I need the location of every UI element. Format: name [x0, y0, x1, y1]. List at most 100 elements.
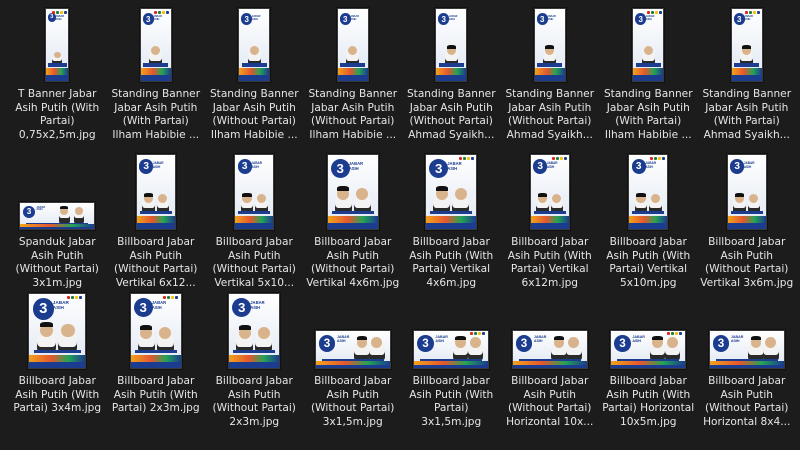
file-thumbnail[interactable]: 3 JABAR ASIH: [730, 8, 763, 82]
color-stripe: [534, 68, 565, 76]
candidate-name-bar: [241, 63, 267, 67]
file-item[interactable]: 3 JABAR ASIH Billboard Jabar Asih Putih (W…: [599, 148, 698, 291]
file-thumbnail[interactable]: 3 JABAR ASIH: [628, 154, 669, 230]
file-thumbnail[interactable]: 3 JABAR ASIH: [336, 8, 369, 82]
file-item[interactable]: 3 JABAR ASIH Standing Banner Jabar Asih Pu…: [107, 0, 206, 148]
party-logos: [650, 157, 666, 161]
file-name[interactable]: Standing Banner Jabar Asih Putih (With P…: [601, 88, 695, 142]
candidate-name-bar: [331, 210, 374, 215]
file-item[interactable]: 3 JABAR ASIH Spanduk Jabar Asih Putih (Wit…: [8, 148, 107, 291]
file-item[interactable]: 3 JABAR ASIH Standing Banner Jabar Asih Pu…: [599, 0, 698, 148]
file-name[interactable]: Standing Banner Jabar Asih Putih (Withou…: [207, 88, 301, 142]
thumbnail-area: 3 JABAR ASIH: [599, 295, 698, 369]
file-thumbnail[interactable]: 3 JABAR ASIH: [425, 154, 478, 230]
file-thumbnail[interactable]: 3 JABAR ASIH: [19, 202, 96, 230]
file-thumbnail[interactable]: 3 JABAR ASIH: [135, 154, 176, 230]
file-name[interactable]: Standing Banner Jabar Asih Putih (Withou…: [503, 88, 597, 142]
file-name[interactable]: Billboard Jabar Asih Putih (Without Part…: [503, 375, 597, 429]
campaign-logo: 3: [32, 298, 54, 320]
file-name[interactable]: Billboard Jabar Asih Putih (Without Part…: [306, 375, 400, 429]
campaign-logo: 3: [631, 159, 646, 174]
file-item[interactable]: 3 JABAR ASIH Billboard Jabar Asih Putih (W…: [205, 148, 304, 291]
file-item[interactable]: 3 JABAR ASIH Standing Banner Jabar Asih Pu…: [402, 0, 501, 148]
file-item[interactable]: 3 JABAR ASIH Billboard Jabar Asih Putih (W…: [304, 148, 403, 291]
file-name[interactable]: Billboard Jabar Asih Putih (With Partai)…: [601, 375, 695, 429]
file-name[interactable]: Standing Banner Jabar Asih Putih (With P…: [109, 88, 203, 142]
file-thumbnail[interactable]: 3 JABAR ASIH: [413, 330, 490, 369]
file-item[interactable]: 3 JABAR ASIH Billboard Jabar Asih Putih (W…: [599, 291, 698, 441]
file-name[interactable]: Billboard Jabar Asih Putih (With Partai)…: [10, 375, 104, 416]
file-item[interactable]: 3 JABAR ASIH Billboard Jabar Asih Putih (W…: [501, 148, 600, 291]
file-name[interactable]: Billboard Jabar Asih Putih (Without Part…: [109, 236, 203, 290]
file-thumbnail[interactable]: 3 JABAR ASIH: [435, 8, 468, 82]
thumbnail-area: 3 JABAR ASIH: [107, 293, 206, 369]
file-item[interactable]: 3 JABAR ASIH Billboard Jabar Asih Putih (W…: [107, 148, 206, 291]
file-name[interactable]: Billboard Jabar Asih Putih (Without Part…: [306, 236, 400, 290]
file-name[interactable]: Billboard Jabar Asih Putih (With Partai)…: [109, 375, 203, 416]
file-name[interactable]: Standing Banner Jabar Asih Putih (With P…: [700, 88, 794, 142]
file-item[interactable]: 3 JABAR ASIH Standing Banner Jabar Asih Pu…: [304, 0, 403, 148]
campaign-logo: 3: [241, 13, 253, 25]
campaign-logo: 3: [730, 159, 745, 174]
party-logo-icon: [64, 11, 68, 15]
color-stripe: [130, 354, 181, 363]
file-name[interactable]: Standing Banner Jabar Asih Putih (Withou…: [306, 88, 400, 142]
file-thumbnail[interactable]: 3 JABAR ASIH: [139, 8, 172, 82]
file-thumbnail[interactable]: 3 JABAR ASIH: [234, 154, 275, 230]
file-thumbnail[interactable]: 3 JABAR ASIH: [726, 154, 767, 230]
file-name[interactable]: Billboard Jabar Asih Putih (Without Part…: [700, 375, 794, 429]
file-thumbnail[interactable]: 3 JABAR ASIH: [326, 154, 379, 230]
file-name[interactable]: Standing Banner Jabar Asih Putih (Withou…: [404, 88, 498, 142]
file-item[interactable]: 3 JABAR ASIH Billboard Jabar Asih Putih (W…: [501, 291, 600, 441]
campaign-logo: 3: [23, 206, 35, 218]
file-name[interactable]: Billboard Jabar Asih Putih (Without Part…: [207, 375, 301, 429]
file-thumbnail[interactable]: 3 JABAR ASIH: [610, 330, 687, 369]
file-thumbnail[interactable]: 3 JABAR ASIH: [228, 293, 281, 369]
party-logo-icon: [175, 296, 179, 300]
file-item[interactable]: 3 JABAR ASIH Billboard Jabar Asih Putih (W…: [8, 291, 107, 441]
campaign-logo-text: JABAR ASIH: [632, 335, 645, 343]
file-name[interactable]: Spanduk Jabar Asih Putih (Without Partai…: [10, 236, 104, 290]
poster-footer: [229, 362, 280, 368]
file-thumbnail[interactable]: 3 JABAR ASIH: [533, 8, 566, 82]
file-item[interactable]: 3 JABAR ASIH Billboard Jabar Asih Putih (W…: [304, 291, 403, 441]
party-logo-icon: [670, 332, 674, 336]
color-stripe: [633, 68, 664, 76]
file-item[interactable]: 3 JABAR ASIH Billboard Jabar Asih Putih (W…: [402, 148, 501, 291]
file-thumbnail[interactable]: 3 JABAR ASIH: [238, 8, 271, 82]
file-item[interactable]: 3 JABAR ASIH Billboard Jabar Asih Putih (W…: [107, 291, 206, 441]
file-name[interactable]: Billboard Jabar Asih Putih (Without Part…: [700, 236, 794, 290]
poster-footer: [611, 365, 686, 368]
file-name[interactable]: Billboard Jabar Asih Putih (With Partai)…: [601, 236, 695, 290]
file-name[interactable]: Billboard Jabar Asih Putih (Without Part…: [207, 236, 301, 290]
candidate-name-bar: [143, 63, 169, 67]
color-stripe: [530, 215, 569, 224]
file-item[interactable]: 3 JABAR ASIH Standing Banner Jabar Asih Pu…: [698, 0, 797, 148]
file-thumbnail[interactable]: 3 JABAR ASIH: [511, 330, 588, 369]
file-name[interactable]: Billboard Jabar Asih Putih (With Partai)…: [503, 236, 597, 290]
file-item[interactable]: 3 JABAR ASIH Standing Banner Jabar Asih Pu…: [501, 0, 600, 148]
file-item[interactable]: 3 JABAR ASIH Billboard Jabar Asih Putih (W…: [205, 291, 304, 441]
file-item[interactable]: 3 JABAR ASIH T Banner Jabar Asih Putih (Wi…: [8, 0, 107, 148]
file-thumbnail[interactable]: 3 JABAR ASIH: [129, 293, 182, 369]
poster-footer: [130, 362, 181, 368]
candidate-name-bar: [430, 210, 473, 215]
file-thumbnail[interactable]: 3 JABAR ASIH: [708, 330, 785, 369]
file-thumbnail[interactable]: 3 JABAR ASIH: [632, 8, 665, 82]
candidate-name-bar: [632, 210, 665, 215]
file-thumbnail[interactable]: 3 JABAR ASIH: [529, 154, 570, 230]
file-thumbnail[interactable]: 3 JABAR ASIH: [28, 293, 87, 369]
file-item[interactable]: 3 JABAR ASIH Standing Banner Jabar Asih Pu…: [205, 0, 304, 148]
file-thumbnail[interactable]: 3 JABAR ASIH: [314, 330, 391, 369]
file-name[interactable]: Billboard Jabar Asih Putih (With Partai)…: [404, 375, 498, 429]
color-stripe: [239, 68, 270, 76]
color-stripe: [235, 215, 274, 224]
file-item[interactable]: 3 JABAR ASIH Billboard Jabar Asih Putih (W…: [698, 148, 797, 291]
file-name[interactable]: Billboard Jabar Asih Putih (With Partai)…: [404, 236, 498, 290]
thumbnail-area: 3 JABAR ASIH: [599, 152, 698, 230]
poster-footer: [46, 75, 69, 81]
file-item[interactable]: 3 JABAR ASIH Billboard Jabar Asih Putih (W…: [698, 291, 797, 441]
file-item[interactable]: 3 JABAR ASIH Billboard Jabar Asih Putih (W…: [402, 291, 501, 441]
file-thumbnail[interactable]: 3 JABAR ASIH: [45, 8, 70, 82]
file-name[interactable]: T Banner Jabar Asih Putih (With Partai) …: [10, 88, 104, 142]
